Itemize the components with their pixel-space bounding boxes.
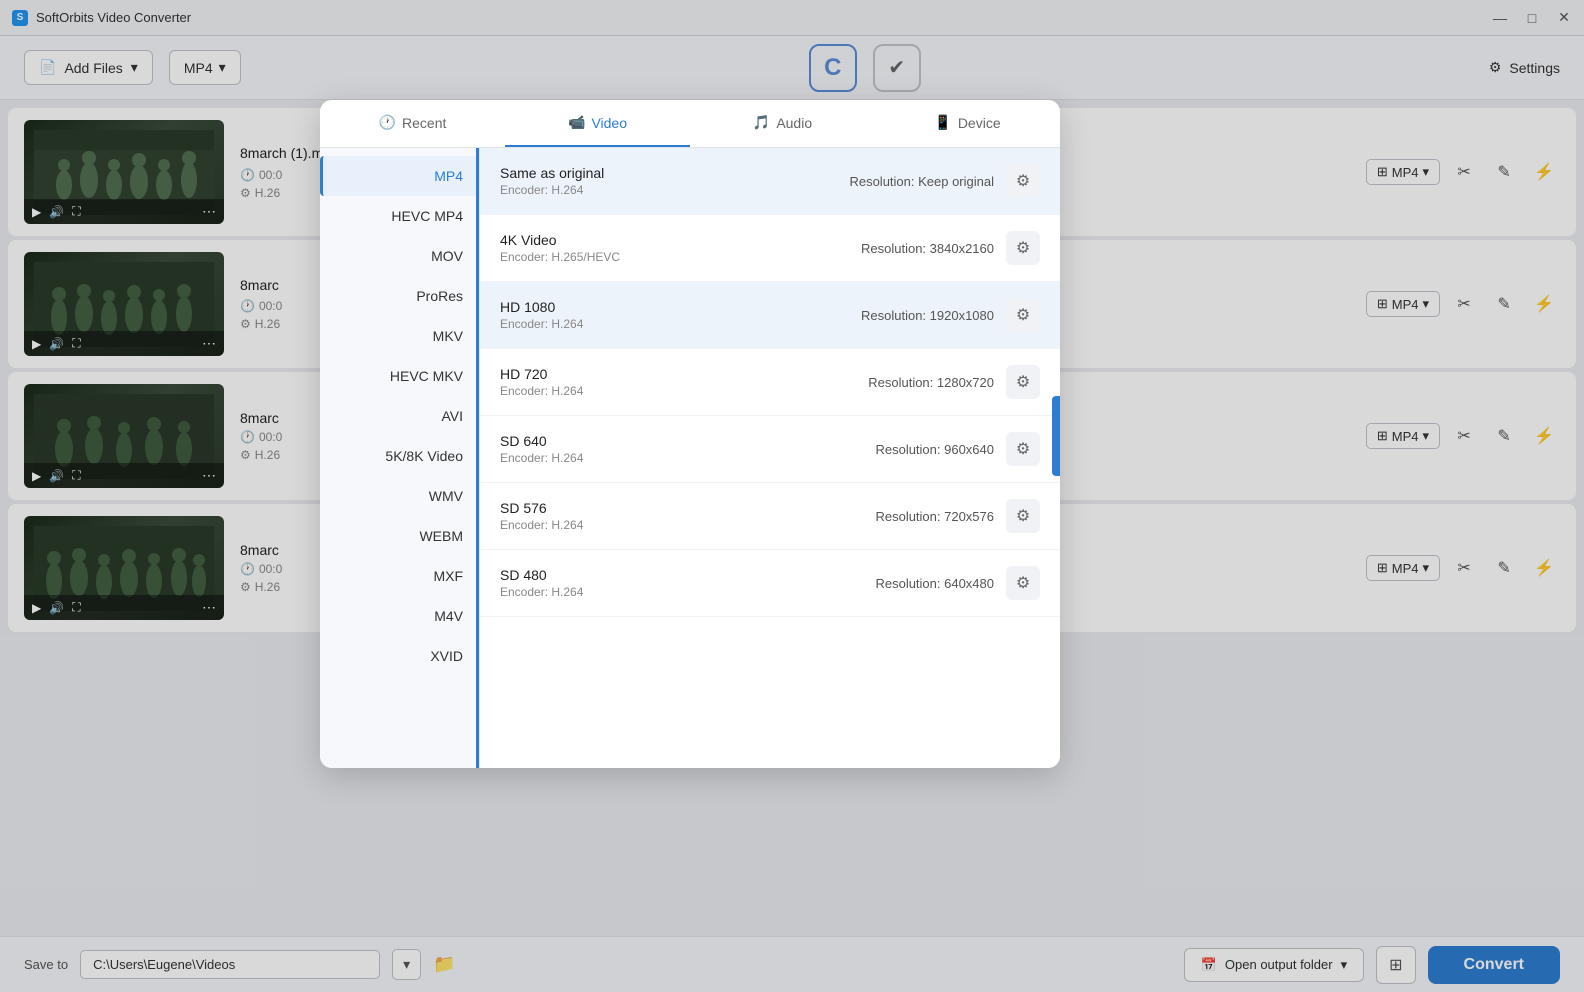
modal-tabs: 🕐 Recent 📹 Video 🎵 Audio 📱 Device: [320, 100, 1060, 148]
format-option-encoder: Encoder: H.264: [500, 183, 849, 197]
tab-audio[interactable]: 🎵 Audio: [690, 100, 875, 147]
device-tab-label: Device: [958, 115, 1001, 131]
format-option-hd720[interactable]: HD 720 Encoder: H.264 Resolution: 1280x7…: [480, 349, 1060, 416]
format-option-name: 4K Video: [500, 232, 861, 248]
modal-body: MP4 HEVC MP4 MOV ProRes MKV HEVC MKV AVI…: [320, 148, 1060, 768]
format-option-name: HD 720: [500, 366, 868, 382]
format-option-name: SD 640: [500, 433, 875, 449]
format-option-resolution: Resolution: 3840x2160: [861, 241, 994, 256]
format-option-encoder: Encoder: H.264: [500, 518, 875, 532]
format-option-sd480[interactable]: SD 480 Encoder: H.264 Resolution: 640x48…: [480, 550, 1060, 617]
format-option-info: SD 576 Encoder: H.264: [500, 500, 875, 532]
format-option-info: Same as original Encoder: H.264: [500, 165, 849, 197]
format-option-gear-button[interactable]: ⚙: [1006, 164, 1040, 198]
scrollbar-handle[interactable]: [1052, 396, 1060, 476]
format-option-gear-button[interactable]: ⚙: [1006, 365, 1040, 399]
format-option-info: HD 720 Encoder: H.264: [500, 366, 868, 398]
format-option-encoder: Encoder: H.264: [500, 317, 861, 331]
modal-sidebar: MP4 HEVC MP4 MOV ProRes MKV HEVC MKV AVI…: [320, 148, 480, 768]
sidebar-format-mov[interactable]: MOV: [320, 236, 479, 276]
tab-video[interactable]: 📹 Video: [505, 100, 690, 147]
format-option-encoder: Encoder: H.264: [500, 384, 868, 398]
format-option-resolution: Resolution: 960x640: [875, 442, 994, 457]
sidebar-format-xvid[interactable]: XVID: [320, 636, 479, 676]
format-option-sd640[interactable]: SD 640 Encoder: H.264 Resolution: 960x64…: [480, 416, 1060, 483]
sidebar-format-avi[interactable]: AVI: [320, 396, 479, 436]
format-option-name: SD 576: [500, 500, 875, 516]
sidebar-format-mkv[interactable]: MKV: [320, 316, 479, 356]
sidebar-format-mxf[interactable]: MXF: [320, 556, 479, 596]
format-option-name: HD 1080: [500, 299, 861, 315]
format-option-resolution: Resolution: 1920x1080: [861, 308, 994, 323]
format-option-resolution: Resolution: Keep original: [849, 174, 994, 189]
format-option-gear-button[interactable]: ⚙: [1006, 231, 1040, 265]
format-option-encoder: Encoder: H.264: [500, 451, 875, 465]
format-option-gear-button[interactable]: ⚙: [1006, 432, 1040, 466]
format-option-resolution: Resolution: 720x576: [875, 509, 994, 524]
format-option-resolution: Resolution: 640x480: [875, 576, 994, 591]
format-option-gear-button[interactable]: ⚙: [1006, 298, 1040, 332]
tab-device[interactable]: 📱 Device: [875, 100, 1060, 147]
format-option-hd1080[interactable]: HD 1080 Encoder: H.264 Resolution: 1920x…: [480, 282, 1060, 349]
sidebar-format-wmv[interactable]: WMV: [320, 476, 479, 516]
modal-overlay: 🕐 Recent 📹 Video 🎵 Audio 📱 Device MP4: [0, 0, 1584, 992]
format-option-resolution: Resolution: 1280x720: [868, 375, 994, 390]
sidebar-format-webm[interactable]: WEBM: [320, 516, 479, 556]
recent-tab-label: Recent: [402, 115, 446, 131]
sidebar-format-mp4[interactable]: MP4: [320, 156, 479, 196]
sidebar-divider: [476, 148, 479, 768]
sidebar-format-m4v[interactable]: M4V: [320, 596, 479, 636]
format-option-gear-button[interactable]: ⚙: [1006, 499, 1040, 533]
format-option-info: SD 640 Encoder: H.264: [500, 433, 875, 465]
format-option-info: 4K Video Encoder: H.265/HEVC: [500, 232, 861, 264]
format-option-sd576[interactable]: SD 576 Encoder: H.264 Resolution: 720x57…: [480, 483, 1060, 550]
format-option-info: HD 1080 Encoder: H.264: [500, 299, 861, 331]
audio-tab-icon: 🎵: [753, 114, 770, 131]
sidebar-format-prores[interactable]: ProRes: [320, 276, 479, 316]
format-option-4k[interactable]: 4K Video Encoder: H.265/HEVC Resolution:…: [480, 215, 1060, 282]
format-options-list: Same as original Encoder: H.264 Resoluti…: [480, 148, 1060, 768]
format-option-info: SD 480 Encoder: H.264: [500, 567, 875, 599]
format-picker-modal: 🕐 Recent 📹 Video 🎵 Audio 📱 Device MP4: [320, 100, 1060, 768]
audio-tab-label: Audio: [776, 115, 812, 131]
sidebar-format-5k8k[interactable]: 5K/8K Video: [320, 436, 479, 476]
format-option-name: Same as original: [500, 165, 849, 181]
format-option-encoder: Encoder: H.265/HEVC: [500, 250, 861, 264]
video-tab-label: Video: [591, 115, 627, 131]
format-option-encoder: Encoder: H.264: [500, 585, 875, 599]
sidebar-format-hevc-mkv[interactable]: HEVC MKV: [320, 356, 479, 396]
tab-recent[interactable]: 🕐 Recent: [320, 100, 505, 147]
recent-tab-icon: 🕐: [379, 114, 396, 131]
format-option-gear-button[interactable]: ⚙: [1006, 566, 1040, 600]
video-tab-icon: 📹: [568, 114, 585, 131]
format-option-name: SD 480: [500, 567, 875, 583]
device-tab-icon: 📱: [934, 114, 951, 131]
sidebar-format-hevc-mp4[interactable]: HEVC MP4: [320, 196, 479, 236]
format-option-same-as-original[interactable]: Same as original Encoder: H.264 Resoluti…: [480, 148, 1060, 215]
